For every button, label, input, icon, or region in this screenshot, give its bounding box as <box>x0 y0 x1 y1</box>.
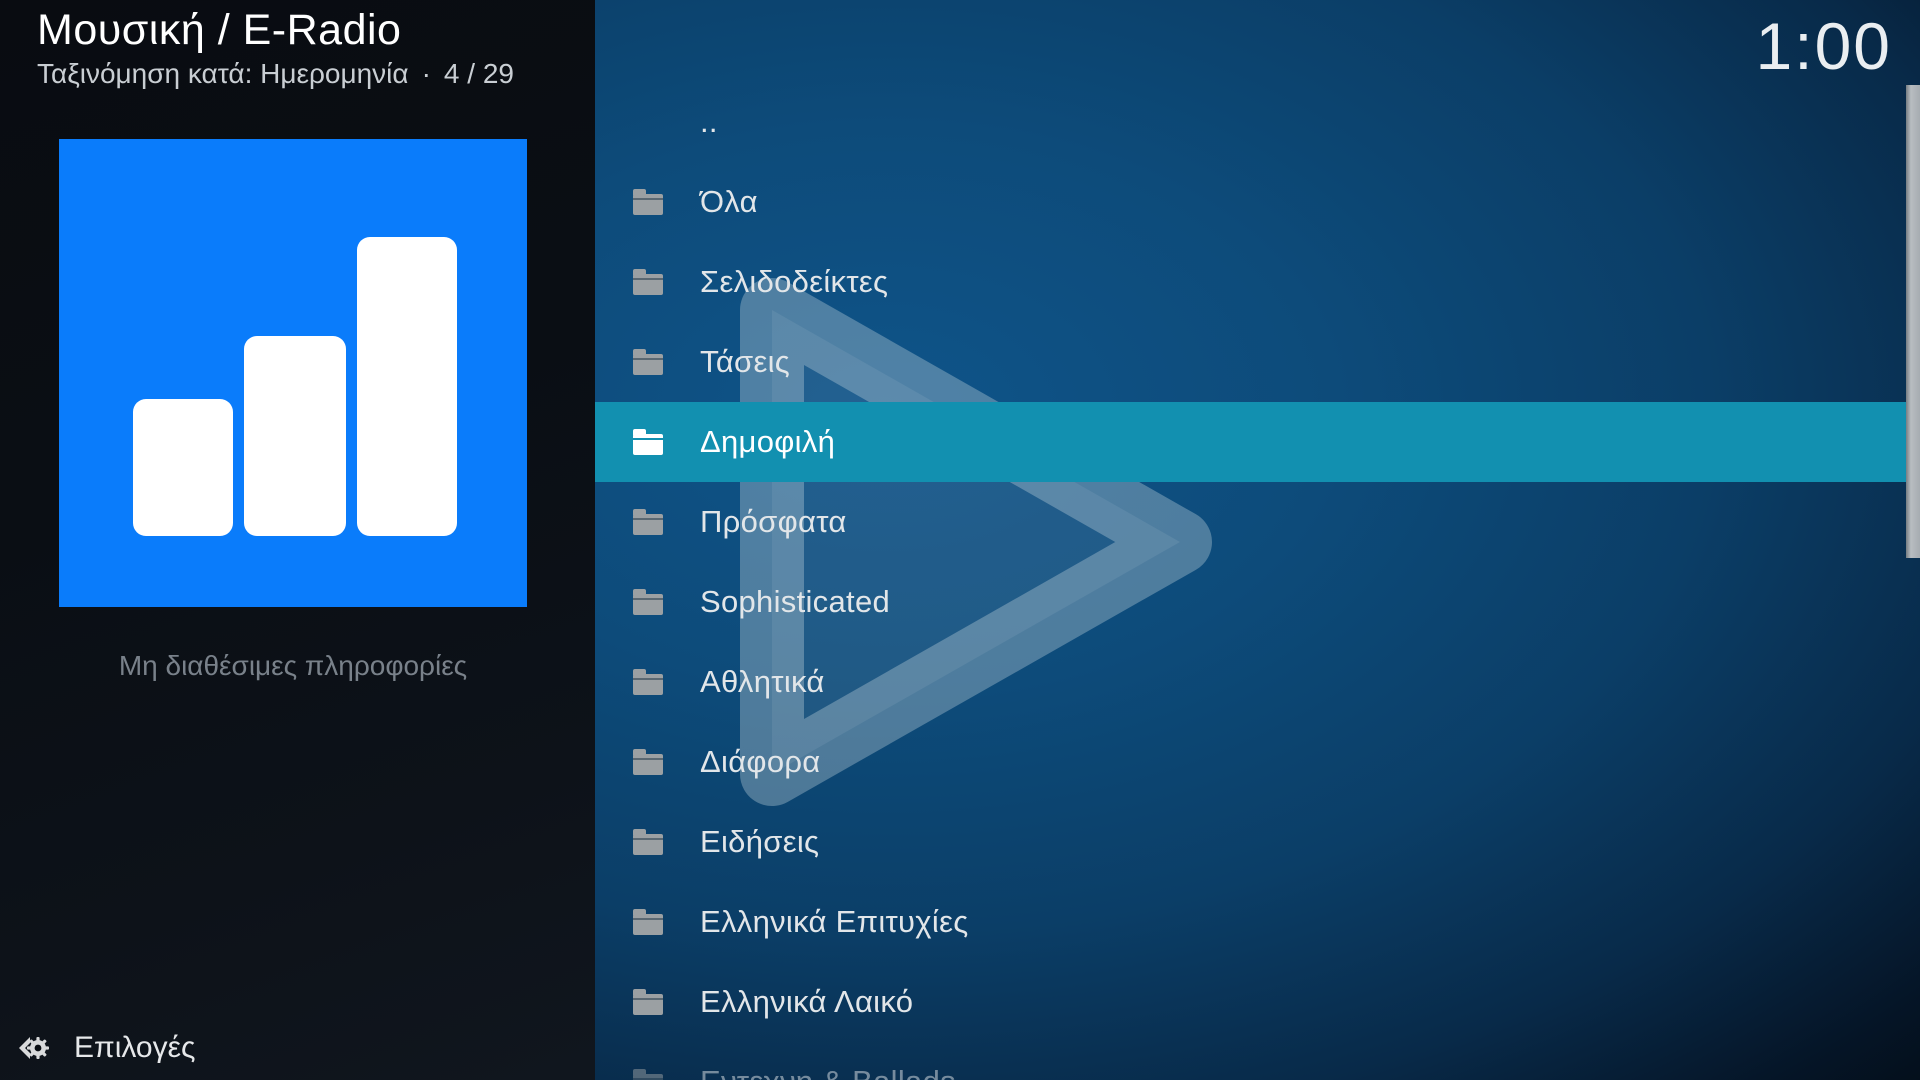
folder-icon <box>633 189 663 215</box>
options-button[interactable]: Επιλογές <box>14 1029 195 1067</box>
list-item-label: Σελιδοδείκτες <box>700 264 888 300</box>
page-title: Μουσική / E-Radio <box>37 6 514 55</box>
list-item-label: Όλα <box>700 184 758 220</box>
list-item[interactable]: Τάσεις <box>595 322 1920 402</box>
list-item[interactable]: Sophisticated <box>595 562 1920 642</box>
options-gear-icon <box>14 1029 52 1067</box>
page-subtitle: Ταξινόμηση κατά: Ημερομηνία · 4 / 29 <box>37 58 514 90</box>
list-item[interactable]: Όλα <box>595 162 1920 242</box>
info-panel: Μουσική / E-Radio Ταξινόμηση κατά: Ημερο… <box>0 0 595 1080</box>
folder-icon <box>633 589 663 615</box>
folder-icon <box>633 989 663 1015</box>
addon-thumbnail <box>59 139 527 607</box>
list-item-label: Εντεχνη & Ballads <box>700 1064 956 1080</box>
list-item[interactable]: Αθλητικά <box>595 642 1920 722</box>
list-item-label: Αθλητικά <box>700 664 825 700</box>
list-item-label: Ελληνικά Λαικό <box>700 984 913 1020</box>
folder-icon <box>633 429 663 455</box>
folder-list: .. Όλα Σελιδοδείκτες Τάσεις <box>595 82 1920 1080</box>
list-item[interactable]: Ελληνικά Λαικό <box>595 962 1920 1042</box>
folder-icon <box>633 349 663 375</box>
list-item-label: Ελληνικά Επιτυχίες <box>700 904 968 940</box>
folder-icon <box>633 1069 663 1080</box>
folder-icon <box>633 829 663 855</box>
folder-icon <box>633 509 663 535</box>
list-item[interactable]: Ειδήσεις <box>595 802 1920 882</box>
kodi-screen: 1:00 .. Όλα Σελιδοδείκτες <box>0 0 1920 1080</box>
list-item[interactable]: .. <box>595 82 1920 162</box>
list-item-label: Sophisticated <box>700 584 890 620</box>
bar-chart-icon <box>59 139 527 607</box>
list-item-label: Τάσεις <box>700 344 790 380</box>
list-item[interactable]: Δημοφιλή <box>595 402 1920 482</box>
list-item[interactable]: Πρόσφατα <box>595 482 1920 562</box>
no-info-text: Μη διαθέσιμες πληροφορίες <box>59 650 527 682</box>
list-item-label: .. <box>700 104 718 140</box>
list-item-label: Δημοφιλή <box>700 424 835 460</box>
list-item[interactable]: Σελιδοδείκτες <box>595 242 1920 322</box>
folder-icon <box>633 749 663 775</box>
options-label: Επιλογές <box>74 1031 195 1065</box>
folder-icon <box>633 269 663 295</box>
scrollbar-thumb[interactable] <box>1906 85 1920 558</box>
sort-label: Ταξινόμηση κατά: Ημερομηνία <box>37 58 409 90</box>
list-item-label: Ειδήσεις <box>700 824 819 860</box>
list-item[interactable]: Εντεχνη & Ballads <box>595 1042 1920 1080</box>
folder-icon <box>633 669 663 695</box>
folder-list-panel: 1:00 .. Όλα Σελιδοδείκτες <box>595 0 1920 1080</box>
subtitle-separator: · <box>422 58 431 90</box>
folder-icon <box>633 909 663 935</box>
list-item-label: Διάφορα <box>700 744 821 780</box>
list-item-label: Πρόσφατα <box>700 504 847 540</box>
item-position: 4 / 29 <box>444 58 514 90</box>
list-item[interactable]: Διάφορα <box>595 722 1920 802</box>
header: Μουσική / E-Radio Ταξινόμηση κατά: Ημερο… <box>37 6 514 90</box>
clock: 1:00 <box>1756 8 1892 84</box>
list-item[interactable]: Ελληνικά Επιτυχίες <box>595 882 1920 962</box>
